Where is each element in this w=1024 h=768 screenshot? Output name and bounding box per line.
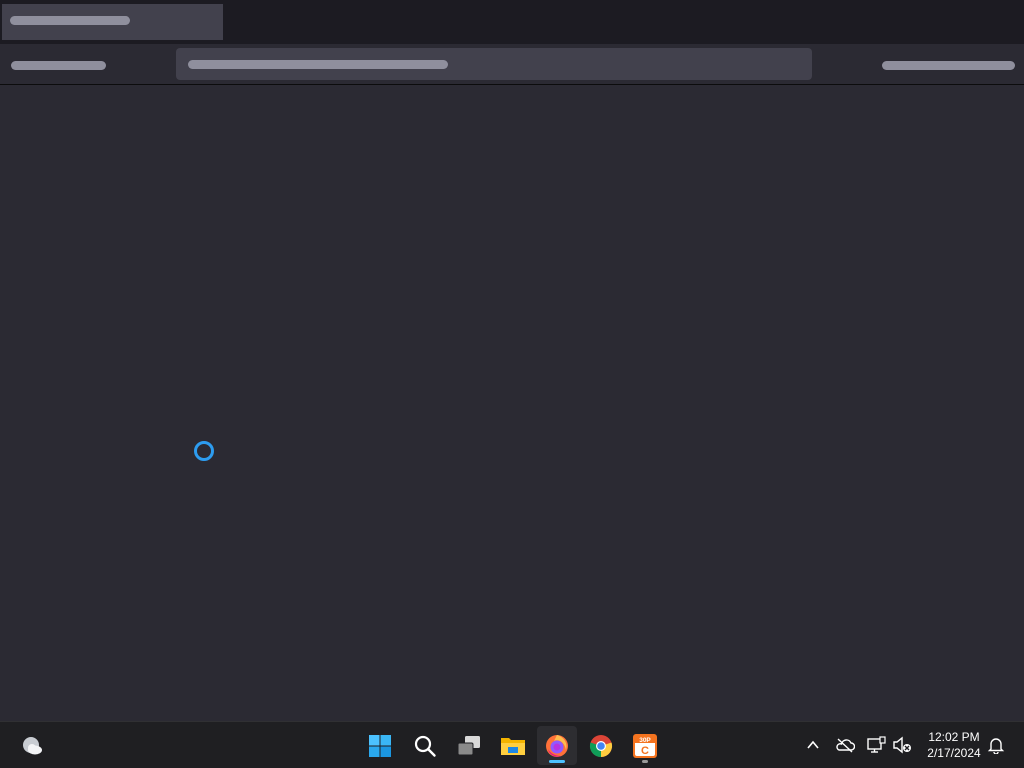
notification-bell-icon — [987, 738, 1005, 754]
firefox-icon — [546, 734, 568, 757]
windows-start-icon — [369, 734, 391, 757]
task-view-icon — [457, 735, 480, 755]
active-window-indicator — [549, 760, 565, 763]
app-letter-text: C — [641, 745, 649, 757]
search-icon — [414, 735, 436, 757]
running-app-indicator — [642, 760, 648, 763]
browser-tab-strip — [0, 0, 1024, 44]
weather-icon — [23, 736, 42, 754]
file-explorer-icon — [501, 737, 525, 755]
calendar-app-taskbar-button[interactable]: 30P C — [625, 726, 665, 765]
volume-tray-button[interactable] — [891, 734, 913, 756]
calendar-app-icon: 30P C — [633, 733, 657, 758]
toolbar-actions-placeholder — [882, 61, 1015, 70]
loading-spinner-icon — [194, 441, 214, 461]
browser-toolbar — [0, 44, 1024, 85]
volume-muted-icon — [893, 736, 911, 754]
firefox-taskbar-button[interactable] — [537, 726, 577, 765]
app-badge-text: 30P — [639, 737, 651, 744]
chrome-icon — [589, 734, 613, 757]
address-bar[interactable] — [176, 48, 812, 80]
tab-title-placeholder — [10, 16, 130, 25]
page-content — [0, 85, 1024, 721]
browser-tab[interactable] — [2, 4, 223, 40]
network-tray-button[interactable] — [865, 734, 887, 756]
onedrive-tray-button[interactable] — [834, 734, 856, 756]
network-icon — [867, 736, 886, 753]
clock-date: 2/17/2024 — [927, 746, 981, 760]
weather-widget[interactable] — [12, 726, 52, 765]
start-button[interactable] — [360, 726, 400, 765]
chevron-up-icon — [807, 740, 819, 749]
nav-buttons-placeholder — [11, 61, 106, 70]
show-hidden-icons-button[interactable] — [802, 734, 824, 756]
file-explorer-button[interactable] — [493, 726, 533, 765]
chrome-taskbar-button[interactable] — [581, 726, 621, 765]
clock-time: 12:02 PM — [928, 730, 980, 744]
search-button[interactable] — [405, 726, 445, 765]
address-bar-placeholder — [188, 60, 448, 69]
task-view-button[interactable] — [449, 726, 489, 765]
desktop-screen: 30P C 12:02 PM 2/17/2024 — [0, 0, 1024, 768]
notification-center-button[interactable] — [985, 734, 1007, 756]
taskbar: 30P C 12:02 PM 2/17/2024 — [0, 721, 1024, 768]
onedrive-offline-icon — [836, 738, 855, 753]
taskbar-clock[interactable]: 12:02 PM 2/17/2024 — [918, 729, 990, 761]
